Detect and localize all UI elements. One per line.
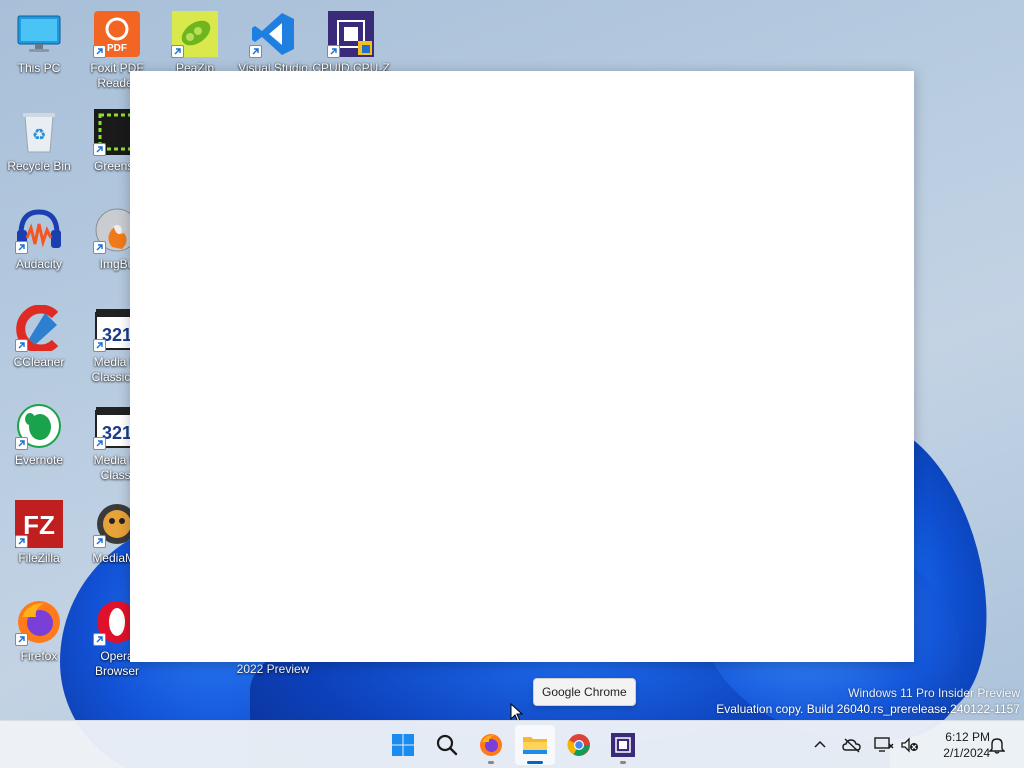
cpu-z-icon: [327, 10, 375, 58]
bell-icon: [989, 738, 1005, 754]
ccleaner-icon: [15, 304, 63, 352]
taskbar-firefox[interactable]: [471, 725, 511, 765]
desktop-icon-this-pc[interactable]: This PC: [0, 4, 78, 96]
monitor-icon: [15, 10, 63, 58]
cpu-z-icon: [611, 733, 635, 757]
evernote-icon: [15, 402, 63, 450]
onedrive-offline-icon: [842, 738, 861, 753]
desktop-icon-label: Evernote: [14, 453, 64, 467]
shortcut-arrow-icon: [93, 45, 106, 58]
desktop-icon-recycle-bin[interactable]: ♻ Recycle Bin: [0, 102, 78, 194]
notifications-button[interactable]: [985, 733, 1009, 757]
desktop-icon-label: Recycle Bin: [7, 159, 71, 173]
firefox-icon: [15, 598, 63, 646]
svg-text:321: 321: [102, 325, 132, 345]
tray-onedrive[interactable]: [840, 733, 864, 757]
volume-muted-icon: [901, 737, 918, 753]
audacity-icon: [15, 206, 63, 254]
desktop-icon-label: This PC: [17, 61, 61, 75]
running-indicator: [488, 761, 494, 764]
shortcut-arrow-icon: [15, 535, 28, 548]
watermark-build: Evaluation copy. Build 26040.rs_prerelea…: [716, 702, 1020, 716]
tray-network[interactable]: [872, 733, 896, 757]
svg-text:321: 321: [102, 423, 132, 443]
desktop-icon-label: FileZilla: [18, 551, 60, 565]
taskbar-clock[interactable]: 6:12 PM 2/1/2024: [924, 729, 990, 761]
clock-date: 2/1/2024: [943, 746, 990, 760]
shortcut-arrow-icon: [93, 535, 106, 548]
desktop-icon-evernote[interactable]: Evernote: [0, 396, 78, 488]
filezilla-icon: FZ: [15, 500, 63, 548]
desktop-icon-label: Audacity: [15, 257, 63, 271]
desktop-icon-filezilla[interactable]: FZ FileZilla: [0, 494, 78, 586]
chevron-up-icon: [814, 740, 826, 748]
taskbar-tooltip: Google Chrome: [533, 678, 636, 706]
shortcut-arrow-icon: [93, 437, 106, 450]
shortcut-arrow-icon: [15, 437, 28, 450]
search-icon: [436, 734, 458, 756]
running-indicator: [620, 761, 626, 764]
foxit-pdf-icon: PDF: [93, 10, 141, 58]
desktop-icon-audacity[interactable]: Audacity: [0, 200, 78, 292]
windows-watermark: Windows 11 Pro Insider Preview Evaluatio…: [716, 685, 1020, 717]
shortcut-arrow-icon: [15, 241, 28, 254]
shortcut-arrow-icon: [15, 633, 28, 646]
visual-studio-icon: [249, 10, 297, 58]
visual-studio-label-tail: 2022 Preview: [236, 662, 310, 676]
firefox-icon: [480, 734, 502, 756]
peazip-icon: [171, 10, 219, 58]
clock-time: 6:12 PM: [945, 730, 990, 744]
shortcut-arrow-icon: [93, 633, 106, 646]
tray-overflow-button[interactable]: [808, 733, 832, 757]
file-explorer-icon: [523, 737, 547, 754]
shortcut-arrow-icon: [249, 45, 262, 58]
shortcut-arrow-icon: [93, 143, 106, 156]
shortcut-arrow-icon: [93, 339, 106, 352]
shortcut-arrow-icon: [93, 241, 106, 254]
blank-window[interactable]: [130, 71, 914, 662]
shortcut-arrow-icon: [327, 45, 340, 58]
taskbar-chrome[interactable]: [559, 725, 599, 765]
watermark-edition: Windows 11 Pro Insider Preview: [848, 686, 1020, 700]
running-indicator: [527, 761, 543, 764]
recycle-bin-icon: ♻: [15, 108, 63, 156]
shortcut-arrow-icon: [171, 45, 184, 58]
desktop-icon-label: CCleaner: [13, 355, 65, 369]
desktop-icon-firefox[interactable]: Firefox: [0, 592, 78, 684]
desktop-icon-label: Firefox: [20, 649, 58, 663]
taskbar-file-explorer[interactable]: [515, 725, 555, 765]
tray-volume[interactable]: [898, 733, 922, 757]
shortcut-arrow-icon: [15, 339, 28, 352]
desktop-icon-ccleaner[interactable]: CCleaner: [0, 298, 78, 390]
network-disconnected-icon: [874, 737, 894, 752]
svg-text:♻: ♻: [32, 127, 46, 144]
chrome-icon: [567, 734, 590, 756]
taskbar: 6:12 PM 2/1/2024: [0, 720, 1024, 768]
windows-start-icon: [392, 734, 414, 756]
taskbar-search-button[interactable]: [427, 725, 467, 765]
taskbar-cpu-z[interactable]: [603, 725, 643, 765]
svg-text:PDF: PDF: [107, 43, 127, 54]
taskbar-start-button[interactable]: [383, 725, 423, 765]
